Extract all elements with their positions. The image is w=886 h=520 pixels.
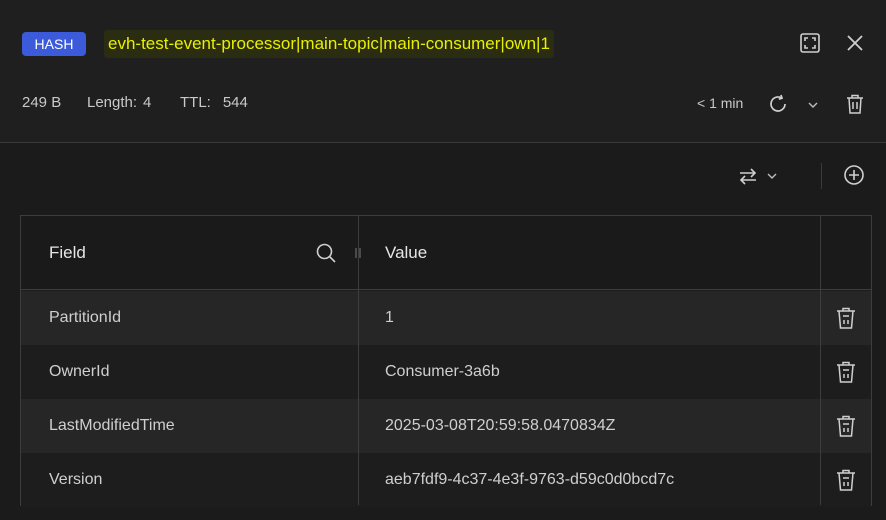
column-divider (820, 216, 821, 505)
column-header-value: Value (385, 243, 428, 262)
search-icon[interactable] (315, 242, 337, 264)
trash-icon[interactable] (844, 92, 866, 116)
delete-field-icon[interactable] (835, 468, 857, 492)
table-row[interactable]: Version aeb7fdf9-4c37-4e3f-9763-d59c0d0b… (21, 453, 871, 507)
value-cell[interactable]: Consumer-3a6b (385, 345, 500, 399)
length-value: 4 (143, 94, 152, 111)
table-row[interactable]: OwnerId Consumer-3a6b (21, 345, 871, 399)
swap-icon[interactable] (736, 164, 760, 188)
column-divider (358, 216, 359, 505)
last-refresh-label: < 1 min (697, 95, 744, 111)
delete-field-icon[interactable] (835, 360, 857, 384)
key-ttl[interactable]: TTL: 544 (180, 94, 248, 111)
hash-fields-table: Field Value PartitionId 1 OwnerId Consum… (20, 215, 872, 507)
key-name[interactable]: evh-test-event-processor|main-topic|main… (104, 30, 554, 58)
field-cell: Version (49, 471, 103, 488)
key-size: 249 B (22, 94, 62, 111)
field-cell: LastModifiedTime (49, 417, 175, 434)
value-cell[interactable]: 1 (385, 291, 394, 345)
chevron-down-icon[interactable] (765, 169, 779, 183)
column-header-field: Field (49, 243, 86, 262)
value-cell[interactable]: aeb7fdf9-4c37-4e3f-9763-d59c0d0bcd7c (385, 453, 674, 507)
type-badge: HASH (22, 32, 86, 56)
key-length: Length: 4 (87, 94, 151, 111)
table-row[interactable]: LastModifiedTime 2025-03-08T20:59:58.047… (21, 399, 871, 453)
field-cell: PartitionId (49, 309, 122, 326)
refresh-icon[interactable] (766, 92, 790, 116)
close-icon[interactable] (843, 31, 867, 55)
add-circle-icon[interactable] (842, 163, 866, 187)
value-cell[interactable]: 2025-03-08T20:59:58.0470834Z (385, 399, 615, 453)
length-label: Length: (87, 94, 138, 111)
key-details-header: HASH evh-test-event-processor|main-topic… (0, 0, 886, 143)
chevron-down-icon[interactable] (805, 97, 821, 113)
table-row[interactable]: PartitionId 1 (21, 291, 871, 345)
table-header: Field Value (21, 216, 871, 290)
fullscreen-icon[interactable] (798, 31, 822, 55)
delete-field-icon[interactable] (835, 306, 857, 330)
ttl-value[interactable]: 544 (223, 94, 248, 111)
field-cell: OwnerId (49, 363, 110, 380)
delete-field-icon[interactable] (835, 414, 857, 438)
ttl-label: TTL: (180, 94, 211, 111)
toolbar-divider (821, 163, 822, 189)
